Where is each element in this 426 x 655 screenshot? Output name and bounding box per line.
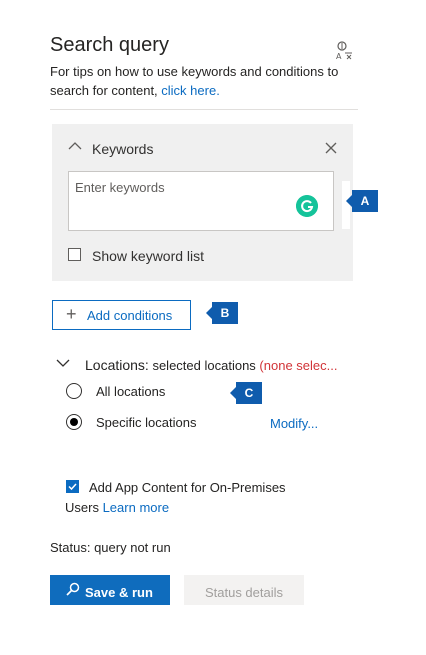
keywords-label: Keywords (92, 141, 154, 157)
app-content-label: Add App Content for On-Premises (89, 480, 286, 495)
app-content-checkbox[interactable] (66, 480, 79, 493)
grammarly-icon[interactable] (296, 195, 318, 217)
status-details-label: Status details (204, 585, 284, 600)
specific-locations-radio[interactable] (66, 414, 82, 430)
header-divider (50, 109, 358, 110)
specific-locations-label: Specific locations (96, 415, 197, 430)
plus-icon: + (66, 304, 77, 324)
learn-more-link[interactable]: Learn more (103, 500, 169, 515)
show-keyword-list-label: Show keyword list (92, 248, 205, 264)
tips-text: For tips on how to use keywords and cond… (50, 62, 340, 100)
save-run-label: Save & run (85, 585, 153, 600)
status-text: Status: query not run (50, 540, 171, 555)
svg-text:A: A (336, 52, 342, 60)
locations-none: (none selec... (259, 358, 338, 373)
locations-header: Locations: selected locations (none sele… (85, 357, 337, 373)
page-title: Search query (50, 34, 169, 56)
search-icon (66, 582, 80, 596)
locations-heading: Locations: (85, 357, 149, 373)
all-locations-label: All locations (96, 384, 166, 399)
callout-a: A (346, 190, 378, 212)
show-keyword-list-checkbox[interactable] (68, 248, 81, 261)
locations-selected: selected locations (152, 358, 256, 373)
chevron-up-icon[interactable] (68, 141, 82, 151)
modify-link[interactable]: Modify... (270, 416, 318, 431)
all-locations-radio[interactable] (66, 383, 82, 399)
click-here-link[interactable]: click here. (161, 83, 220, 98)
add-conditions-label: Add conditions (87, 308, 173, 323)
radio-selected-dot (70, 418, 78, 426)
keywords-placeholder: Enter keywords (75, 180, 165, 195)
callout-b: B (206, 302, 238, 324)
callout-c: C (230, 382, 262, 404)
chevron-down-icon[interactable] (56, 358, 70, 368)
translate-icon[interactable]: A (334, 40, 354, 60)
app-content-label-line2: Users Learn more (65, 500, 169, 515)
close-icon[interactable] (325, 142, 337, 154)
app-content-users: Users (65, 500, 99, 515)
